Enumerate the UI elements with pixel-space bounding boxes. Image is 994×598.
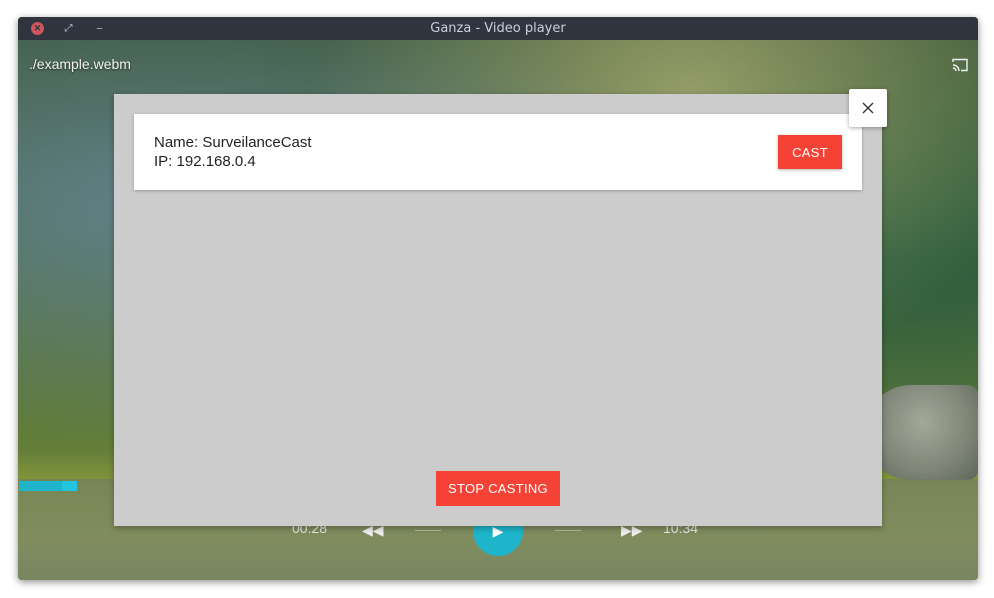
cast-icon[interactable] bbox=[952, 58, 968, 72]
device-name: Name: SurveilanceCast bbox=[154, 134, 312, 151]
video-frame-rock bbox=[868, 385, 978, 480]
window-title: Ganza - Video player bbox=[430, 21, 566, 36]
control-divider bbox=[415, 530, 441, 531]
close-icon bbox=[862, 102, 874, 114]
title-bar: ✕ ⤢ – Ganza - Video player bbox=[18, 17, 978, 40]
control-divider bbox=[555, 530, 581, 531]
device-ip: IP: 192.168.0.4 bbox=[154, 153, 256, 170]
progress-handle[interactable] bbox=[62, 481, 77, 491]
dialog-close-icon[interactable] bbox=[849, 89, 887, 127]
file-name: ./example.webm bbox=[29, 56, 131, 72]
device-card: Name: SurveilanceCast IP: 192.168.0.4 CA… bbox=[134, 114, 862, 190]
cast-dialog: Name: SurveilanceCast IP: 192.168.0.4 CA… bbox=[114, 94, 882, 526]
cast-button[interactable]: CAST bbox=[778, 135, 842, 169]
stop-casting-button[interactable]: STOP CASTING bbox=[436, 471, 560, 506]
